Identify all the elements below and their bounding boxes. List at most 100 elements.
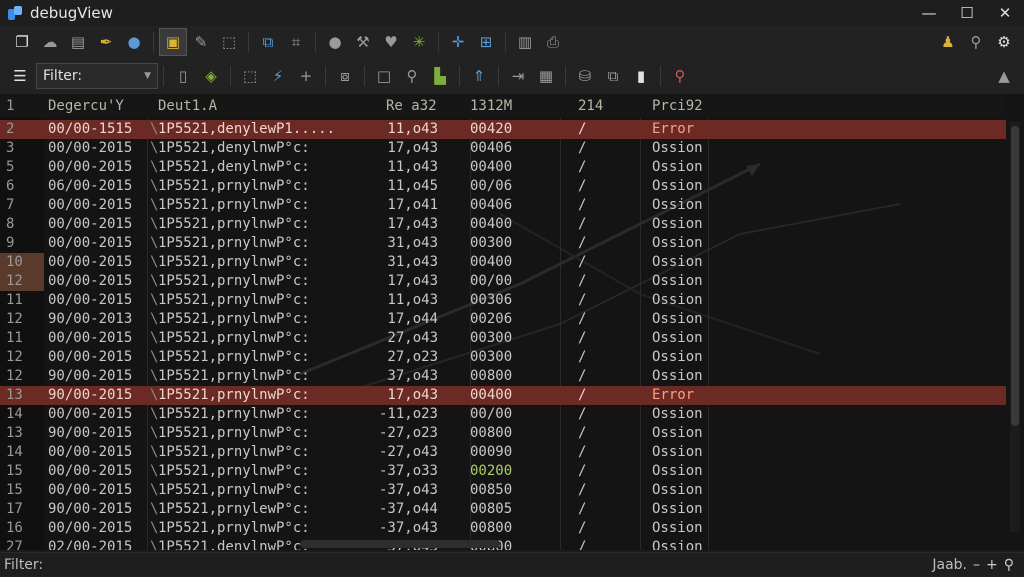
menu-icon[interactable]: ☰ [7,63,33,89]
tree-icon[interactable]: ⊞ [473,29,499,55]
log-row[interactable]: 3 00/00-2015 \ 1P5521,denylnwP°c: 17,o43 0040… [0,139,1006,158]
column-header[interactable]: 1312M [470,94,550,118]
right-arrow-icon[interactable]: ⇥ [505,63,531,89]
log-row[interactable]: 14 00/00-2015 \ 1P5521,prnylnwP°c: -27,o43 00… [0,443,1006,462]
log-row[interactable]: 8 00/00-2015 \ 1P5521,prnylnwP°c: 17,o43 0040… [0,215,1006,234]
target-icon[interactable]: ⚲ [1004,557,1014,573]
log-row[interactable]: 14 00/00-2015 \ 1P5521,prnylnwP°c: -11,o23 00… [0,405,1006,424]
select-icon[interactable]: ⬚ [237,63,263,89]
vertical-scrollbar[interactable] [1010,122,1020,532]
pen-icon[interactable]: ✒ [93,29,119,55]
log-row-error[interactable]: 2 00/00-1515 \ 1P5521,denylewP1..... 11,o43 0… [0,120,1006,139]
header-line-number: 1 [6,98,15,114]
log-hex: 00300 [470,330,513,346]
log-value: -27,o23 [378,425,438,441]
calendar-icon[interactable]: ▤ [65,29,91,55]
log-level: Ossion [652,140,703,156]
log-value: 17,o43 [387,387,438,403]
log-hex: 00400 [470,387,513,403]
log-row[interactable]: 12 90/00-2013 \ 1P5521,prnylnwP°c: 17,o44 002… [0,310,1006,329]
chart-icon[interactable]: ▙ [427,63,453,89]
log-message: 1P5521,prnylnwP°c: [158,235,310,251]
log-flag: / [578,463,587,479]
record-icon[interactable]: ⚲ [667,63,693,89]
log-row[interactable]: 7 00/00-2015 \ 1P5521,prnylnwP°c: 17,o41 0040… [0,196,1006,215]
pencil-icon[interactable]: ⚡ [265,63,291,89]
palette-icon[interactable]: ◈ [198,63,224,89]
log-row[interactable]: 11 00/00-2015 \ 1P5521,prnylnwP°c: 27,o43 003… [0,329,1006,348]
log-message: 1P5521,prnylnwP°c: [158,349,310,365]
cloud-icon[interactable]: ☁ [37,29,63,55]
log-row[interactable]: 5 00/00-2015 \ 1P5521,denylnwP°c: 11,o43 0040… [0,158,1006,177]
log-row[interactable]: 12 00/00-2015 \ 1P5521,prnylnwP°c: 27,o23 003… [0,348,1006,367]
log-row[interactable]: 17 90/00-2015 \ 1P5521,prnylewP°c: -37,o44 00… [0,500,1006,519]
log-hex: 00406 [470,140,513,156]
log-row[interactable]: 9 00/00-2015 \ 1P5521,prnylnwP°c: 31,o43 0030… [0,234,1006,253]
log-grid[interactable]: 1 Degercu'Y Deut1.A Re a32 1312M 214 Prc… [0,94,1024,550]
window-title: debugView [30,4,113,22]
log-row[interactable]: 12 90/00-2015 \ 1P5521,prnylnwP°c: 37,o43 008… [0,367,1006,386]
edit-icon[interactable]: ✎ [188,29,214,55]
horizontal-scrollbar[interactable] [300,540,500,548]
search-icon[interactable]: ● [322,29,348,55]
plus-icon[interactable]: + [986,557,998,573]
log-flag: / [578,178,587,194]
capture-icon[interactable]: ⧉ [255,29,281,55]
save-icon[interactable]: ⛁ [572,63,598,89]
plus-icon[interactable]: + [293,63,319,89]
column-header[interactable]: Prci92 [652,94,732,118]
minimize-button[interactable]: — [910,0,948,26]
heart-icon[interactable]: ♥ [378,29,404,55]
filter-dropdown[interactable]: Filter: ▼ [36,63,158,89]
gear-icon[interactable]: ⚙ [991,29,1017,55]
zoom-icon[interactable]: ⚲ [399,63,425,89]
log-row[interactable]: 13 90/00-2015 \ 1P5521,prnylnwP°c: -27,o23 00… [0,424,1006,443]
clipboard-icon[interactable]: ▥ [512,29,538,55]
frame-icon[interactable]: ⧇ [332,63,358,89]
magnify-icon[interactable]: ⚲ [963,29,989,55]
log-row[interactable]: 2702/00-2015\1P5521,denylnwP°c:-37,o4300… [0,538,1006,550]
log-flag: / [578,273,587,289]
columns-icon[interactable]: ▦ [533,63,559,89]
maximize-button[interactable]: ☐ [948,0,986,26]
arrow-up-icon[interactable]: ⇑ [466,63,492,89]
log-hex: 00090 [470,444,513,460]
copy-icon[interactable]: ❐ [9,29,35,55]
crop-icon[interactable]: ⌗ [283,29,309,55]
wrench-icon[interactable]: ⚒ [350,29,376,55]
log-hex: 00400 [470,254,513,270]
column-header[interactable]: Degercu'Y [48,94,148,118]
document-icon[interactable]: ▯ [170,63,196,89]
status-filter-label: Filter: [4,557,44,573]
wand-icon[interactable]: ✳ [406,29,432,55]
log-row-error[interactable]: 13 90/00-2015 \ 1P5521,prnylnwP°c: 17,o43 004… [0,386,1006,405]
log-date: 00/00-2015 [48,406,133,422]
log-hex: 00300 [470,235,513,251]
close-button[interactable]: ✕ [986,0,1024,26]
minus-icon[interactable]: – [973,557,980,573]
column-header[interactable]: 214 [578,94,608,118]
pin-icon[interactable]: ✛ [445,29,471,55]
dashed-box-icon[interactable]: ⬚ [216,29,242,55]
log-date: 00/00-2015 [48,273,133,289]
bookmark-icon[interactable]: ▮ [628,63,654,89]
log-row[interactable]: 10 00/00-2015 \ 1P5521,prnylnwP°c: 31,o43 004… [0,253,1006,272]
line-number: 12 [6,311,23,327]
chat-icon[interactable]: ● [121,29,147,55]
column-header[interactable]: Deut1.A [158,94,372,118]
log-row[interactable]: 16 00/00-2015 \ 1P5521,prnylnwP°c: -37,o43 00… [0,519,1006,538]
log-row[interactable]: 15 00/00-2015 \ 1P5521,prnylnwP°c: -37,o43 00… [0,481,1006,500]
square-icon[interactable]: □ [371,63,397,89]
log-row[interactable]: 6 06/00-2015 \ 1P5521,prnylnwP°c: 11,o45 00/0… [0,177,1006,196]
log-row[interactable]: 11 00/00-2015 \ 1P5521,prnylnwP°c: 11,o43 003… [0,291,1006,310]
collapse-icon[interactable]: ▲ [991,63,1017,89]
print-icon[interactable]: ⎙ [540,29,566,55]
column-header[interactable]: Re a32 [386,94,437,118]
stack-icon[interactable]: ⧉ [600,63,626,89]
window-icon[interactable]: ▣ [159,28,187,56]
log-message: 1P5521,prnylnwP°c: [158,520,310,536]
scrollbar-thumb[interactable] [1011,126,1019,426]
log-row[interactable]: 15 00/00-2015 \ 1P5521,prnylnwP°c: -37,o33 00… [0,462,1006,481]
user-icon[interactable]: ♟ [935,29,961,55]
log-row[interactable]: 12 00/00-2015 \ 1P5521,prnylnwP°c: 17,o43 00/… [0,272,1006,291]
